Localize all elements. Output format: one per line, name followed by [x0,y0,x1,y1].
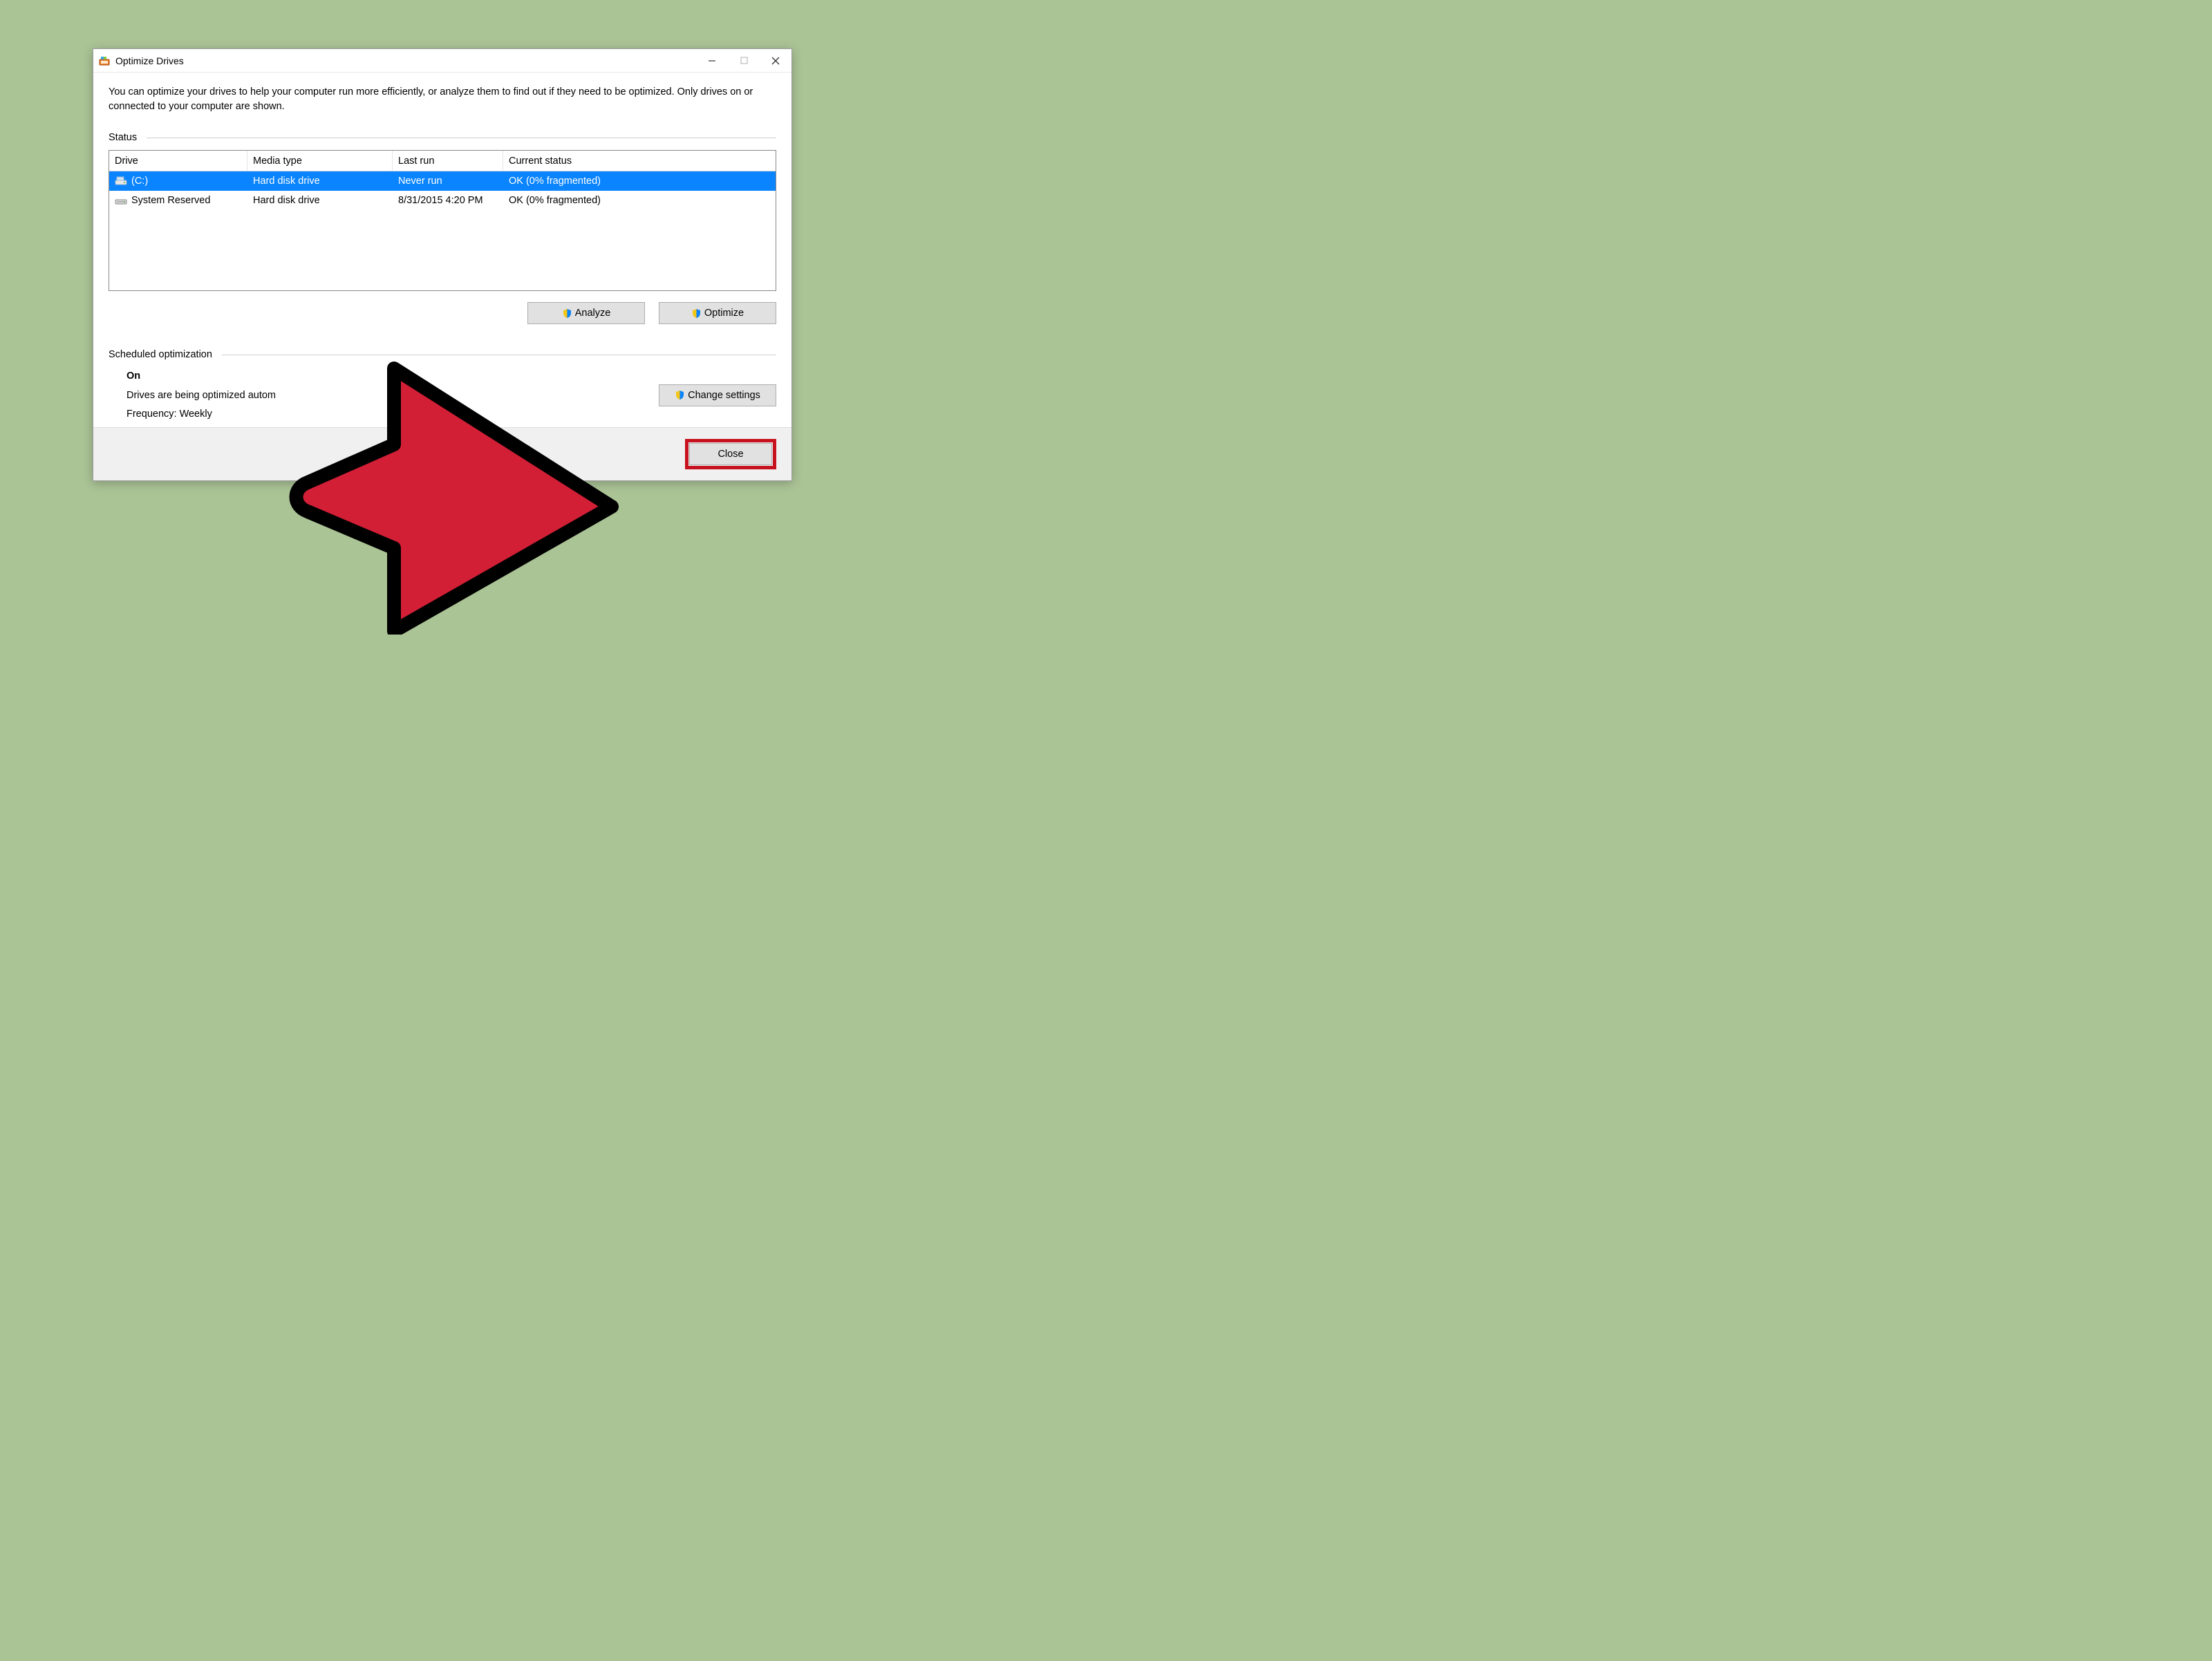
drives-table[interactable]: Drive Media type Last run Current status… [109,150,776,291]
column-header-media[interactable]: Media type [247,151,393,171]
drive-row[interactable]: (C:) Hard disk drive Never run OK (0% fr… [109,171,776,191]
titlebar: Optimize Drives [93,49,791,73]
optimize-button[interactable]: Optimize [659,302,776,324]
scheduled-state: On [126,367,776,386]
column-header-drive[interactable]: Drive [109,151,247,171]
optimize-label: Optimize [704,308,744,319]
drive-name: System Reserved [131,195,210,206]
close-button[interactable]: Close [689,443,772,465]
change-settings-button[interactable]: Change settings [659,384,776,406]
table-header: Drive Media type Last run Current status [109,151,776,171]
shield-icon [562,308,572,319]
drive-last: Never run [393,171,503,191]
close-window-button[interactable] [760,49,791,73]
analyze-label: Analyze [575,308,611,319]
drive-last: 8/31/2015 4:20 PM [393,191,503,210]
close-button-highlight: Close [685,439,776,469]
close-label: Close [718,449,743,460]
shield-icon [675,390,685,400]
column-header-status[interactable]: Current status [503,151,776,171]
drive-icon [115,176,127,186]
status-label: Status [109,132,147,143]
action-buttons: Analyze Optimize [109,302,776,324]
status-section-header: Status [109,132,776,143]
drive-icon [115,196,127,205]
maximize-button[interactable] [728,49,760,73]
window-title: Optimize Drives [115,55,184,66]
drive-status: OK (0% fragmented) [503,171,776,191]
analyze-button[interactable]: Analyze [527,302,645,324]
optimize-drives-window: Optimize Drives You can optimize your dr… [93,48,792,481]
drive-media: Hard disk drive [247,171,393,191]
dialog-footer: Close [93,427,791,480]
scheduled-label: Scheduled optimization [109,349,222,360]
description-text: You can optimize your drives to help you… [109,85,772,114]
column-header-last[interactable]: Last run [393,151,503,171]
minimize-button[interactable] [696,49,728,73]
scheduled-frequency: Frequency: Weekly [126,405,776,424]
scheduled-section-header: Scheduled optimization [109,349,776,360]
drive-media: Hard disk drive [247,191,393,210]
drive-row[interactable]: System Reserved Hard disk drive 8/31/201… [109,191,776,210]
drive-status: OK (0% fragmented) [503,191,776,210]
app-icon [99,55,110,66]
drive-name: (C:) [131,176,148,187]
shield-icon [691,308,702,319]
change-settings-label: Change settings [688,390,760,401]
